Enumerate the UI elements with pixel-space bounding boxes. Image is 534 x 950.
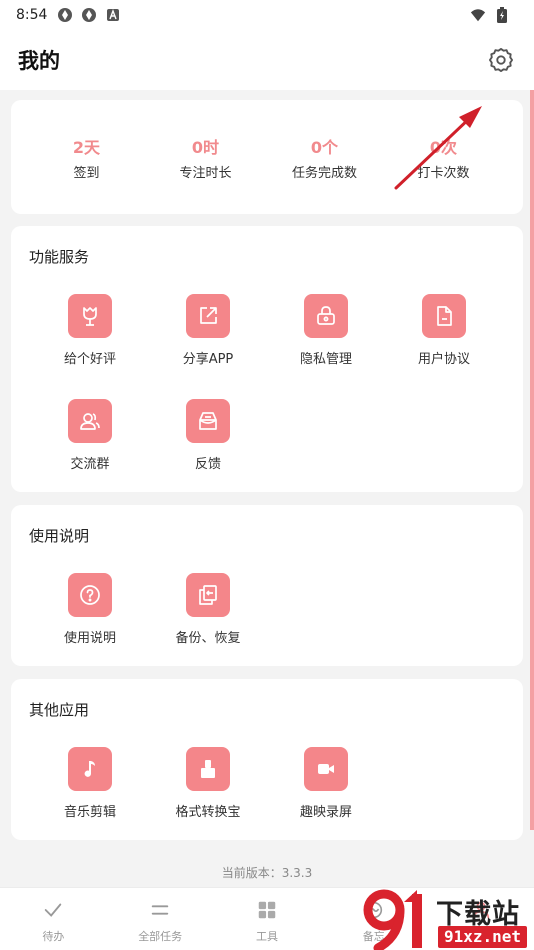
- share-icon: [186, 294, 230, 338]
- feedback-button[interactable]: 反馈: [149, 399, 267, 504]
- page-title: 我的: [18, 49, 60, 73]
- music-editor-app-button[interactable]: 音乐剪辑: [31, 747, 149, 852]
- stat-punch-count[interactable]: 0次 打卡次数: [384, 134, 503, 181]
- user-agreement-button[interactable]: 用户协议: [385, 294, 503, 399]
- font-notification-icon: [105, 7, 121, 23]
- stat-focus-time[interactable]: 0时 专注时长: [146, 134, 265, 181]
- item-label: 音乐剪辑: [63, 805, 116, 820]
- share-app-button[interactable]: 分享APP: [149, 294, 267, 399]
- section-title: 其他应用: [29, 701, 90, 719]
- item-label: 趣映录屏: [299, 805, 352, 820]
- app-bar: 我的: [0, 30, 534, 90]
- document-icon: [422, 294, 466, 338]
- section-title: 功能服务: [29, 248, 90, 266]
- item-label: 交流群: [70, 457, 110, 472]
- watermark-logo-icon: [363, 889, 422, 950]
- section-title: 使用说明: [29, 527, 90, 545]
- item-label: 反馈: [194, 457, 221, 472]
- section-other-apps: 其他应用 音乐剪辑 格式转换宝 趣映录屏: [11, 679, 523, 840]
- item-label: 使用说明: [63, 631, 116, 646]
- stat-value: 0个: [310, 137, 339, 157]
- tab-tools[interactable]: 工具: [214, 888, 321, 950]
- item-label: 备份、恢复: [175, 631, 241, 646]
- stat-label: 打卡次数: [417, 165, 470, 181]
- group-icon: [68, 399, 112, 443]
- check-icon: [41, 898, 65, 922]
- battery-icon: [494, 7, 510, 23]
- community-group-button[interactable]: 交流群: [31, 399, 149, 504]
- item-label: 格式转换宝: [175, 805, 241, 820]
- music-icon: [68, 747, 112, 791]
- backup-icon: [186, 573, 230, 617]
- convert-icon: [186, 747, 230, 791]
- help-icon: [68, 573, 112, 617]
- app-notification-icon: [81, 7, 97, 23]
- list-icon: [148, 898, 172, 922]
- stat-value: 0时: [191, 137, 220, 157]
- format-converter-app-button[interactable]: 格式转换宝: [149, 747, 267, 852]
- stat-checkin[interactable]: 2天 签到: [27, 134, 146, 181]
- watermark-url: 91xz.net: [438, 926, 528, 948]
- tab-todo[interactable]: 待办: [0, 888, 107, 950]
- item-label: 用户协议: [417, 352, 470, 367]
- status-bar: 8:54: [0, 0, 534, 30]
- scrollbar[interactable]: [530, 90, 534, 830]
- stat-tasks-done[interactable]: 0个 任务完成数: [265, 134, 384, 181]
- watermark: 下载站 91xz.net: [360, 888, 534, 950]
- item-label: 分享APP: [182, 352, 234, 367]
- section-services: 功能服务 给个好评 分享APP 隐私管理 用户协议 交流群 反馈: [11, 226, 523, 492]
- usage-guide-button[interactable]: 使用说明: [31, 573, 149, 678]
- wifi-icon: [470, 7, 486, 23]
- stat-label: 签到: [73, 165, 100, 181]
- stats-card: 2天 签到 0时 专注时长 0个 任务完成数 0次 打卡次数: [11, 100, 523, 214]
- item-label: 给个好评: [63, 352, 116, 367]
- app-notification-icon: [57, 7, 73, 23]
- item-label: 隐私管理: [299, 352, 352, 367]
- stat-label: 专注时长: [179, 165, 232, 181]
- rate-app-button[interactable]: 给个好评: [31, 294, 149, 399]
- grid-icon: [255, 898, 279, 922]
- tab-label: 待办: [42, 930, 65, 943]
- status-time: 8:54: [16, 7, 48, 23]
- backup-restore-button[interactable]: 备份、恢复: [149, 573, 267, 678]
- screen-recorder-app-button[interactable]: 趣映录屏: [267, 747, 385, 852]
- tab-label: 全部任务: [138, 930, 183, 943]
- stat-label: 任务完成数: [291, 165, 357, 181]
- settings-gear-icon[interactable]: [486, 45, 516, 75]
- privacy-settings-button[interactable]: 隐私管理: [267, 294, 385, 399]
- lock-icon: [304, 294, 348, 338]
- video-icon: [304, 747, 348, 791]
- app-version: 当前版本：3.3.3: [221, 866, 313, 880]
- tulip-icon: [68, 294, 112, 338]
- section-instructions: 使用说明 使用说明 备份、恢复: [11, 505, 523, 666]
- inbox-icon: [186, 399, 230, 443]
- tab-all-tasks[interactable]: 全部任务: [107, 888, 214, 950]
- stat-value: 0次: [429, 137, 458, 157]
- stat-value: 2天: [72, 137, 101, 157]
- tab-label: 工具: [255, 930, 278, 943]
